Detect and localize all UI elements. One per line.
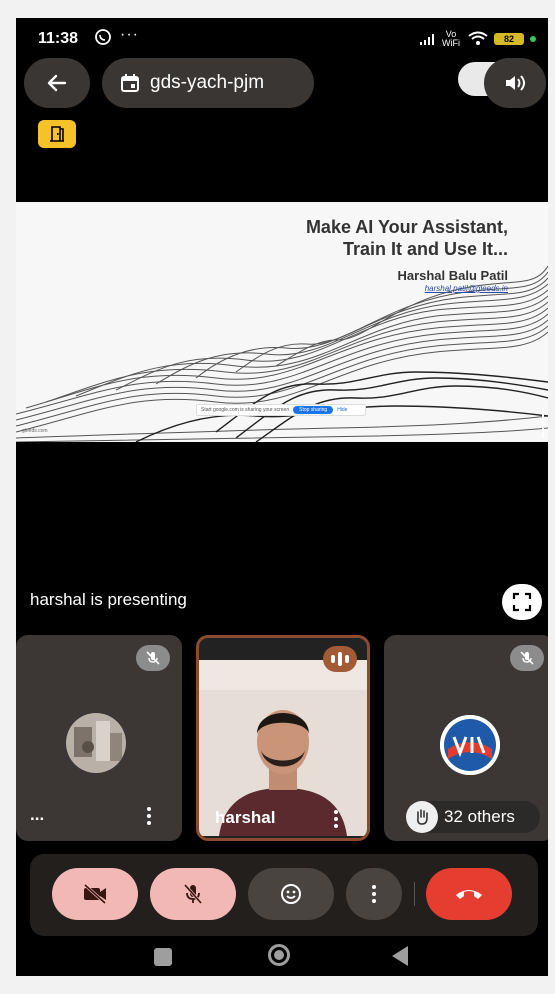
slide-scrollbar[interactable] [542,408,544,438]
whatsapp-icon [94,28,112,51]
battery-icon: 82 [494,33,524,45]
raise-hand-icon [406,801,438,833]
mic-off-badge [510,645,544,671]
back-arrow-icon [47,74,67,92]
hang-up-icon [456,890,482,899]
back-button[interactable] [24,58,90,108]
others-count[interactable]: 32 others [406,801,540,833]
participant-name: ... [30,805,45,824]
system-nav-bar [16,942,548,976]
mic-off-icon [146,651,160,665]
speaker-button[interactable] [484,58,546,108]
slide-watermark: gleeds.com [22,428,48,434]
door-icon [50,126,64,142]
participant-tile-active[interactable]: harshal [196,635,370,841]
more-options-button[interactable] [346,868,402,920]
audio-control [458,58,546,108]
breakout-room-button[interactable] [38,120,76,148]
others-label: 32 others [444,807,515,826]
camera-toggle-button[interactable] [52,868,138,920]
camera-off-icon [83,883,107,905]
fullscreen-icon [512,592,532,612]
tile-more-icon[interactable] [146,807,152,825]
stop-sharing-button[interactable]: Stop sharing [293,406,334,414]
network-label: Vo WiFi [442,29,460,48]
phone-screen: 11:38 ··· Vo WiFi 82 gds-yach-pjm Make A… [16,18,548,976]
emoji-icon [281,884,301,904]
mic-off-icon [183,884,203,904]
speaker-icon [506,75,525,91]
reactions-button[interactable] [248,868,334,920]
presenting-label: harshal is presenting [30,590,187,609]
fullscreen-button[interactable] [502,584,542,620]
more-options-icon [371,885,377,903]
screen-share-banner: Start google.com is sharing your screen … [196,404,366,416]
slide-title: Make AI Your Assistant, Train It and Use… [306,216,508,260]
speaking-indicator [323,646,357,672]
call-controls [30,854,538,936]
others-tile[interactable]: 32 others [384,635,548,841]
mic-off-badge [136,645,170,671]
calendar-icon [121,74,139,92]
slide-title-line2: Train It and Use It... [342,239,508,259]
signal-icon [420,33,434,45]
slide-title-line1: Make AI Your Assistant, [305,217,508,237]
slide-presenter-email: harshal.patil@gleeds.in [424,284,508,293]
status-bar: 11:38 ··· Vo WiFi 82 [16,18,548,60]
participant-name: harshal [215,808,276,827]
meeting-code: gds-yach-pjm [150,72,265,93]
back-icon[interactable] [392,946,408,966]
leave-call-button[interactable] [426,868,512,920]
meeting-info-button[interactable]: gds-yach-pjm [102,58,314,108]
tile-more-icon[interactable] [333,810,339,828]
wifi-icon [468,31,488,48]
status-right-icons: Vo WiFi 82 [420,30,536,48]
slide-presenter-name: Harshal Balu Patil [397,268,508,283]
more-notifications-indicator: ··· [120,26,139,43]
avatar [66,713,126,773]
share-notice-text: Start google.com is sharing your screen [201,407,290,413]
mic-toggle-button[interactable] [150,868,236,920]
mic-off-icon [520,651,534,665]
privacy-indicator [530,36,536,42]
recent-apps-icon[interactable] [154,948,172,966]
avatar [440,715,500,775]
home-icon[interactable] [268,944,290,966]
participant-tile[interactable]: ... [16,635,182,841]
status-time: 11:38 [38,30,79,47]
hide-button[interactable]: Hide [337,407,347,413]
controls-divider [414,882,415,906]
shared-screen[interactable]: Make AI Your Assistant, Train It and Use… [16,202,548,442]
